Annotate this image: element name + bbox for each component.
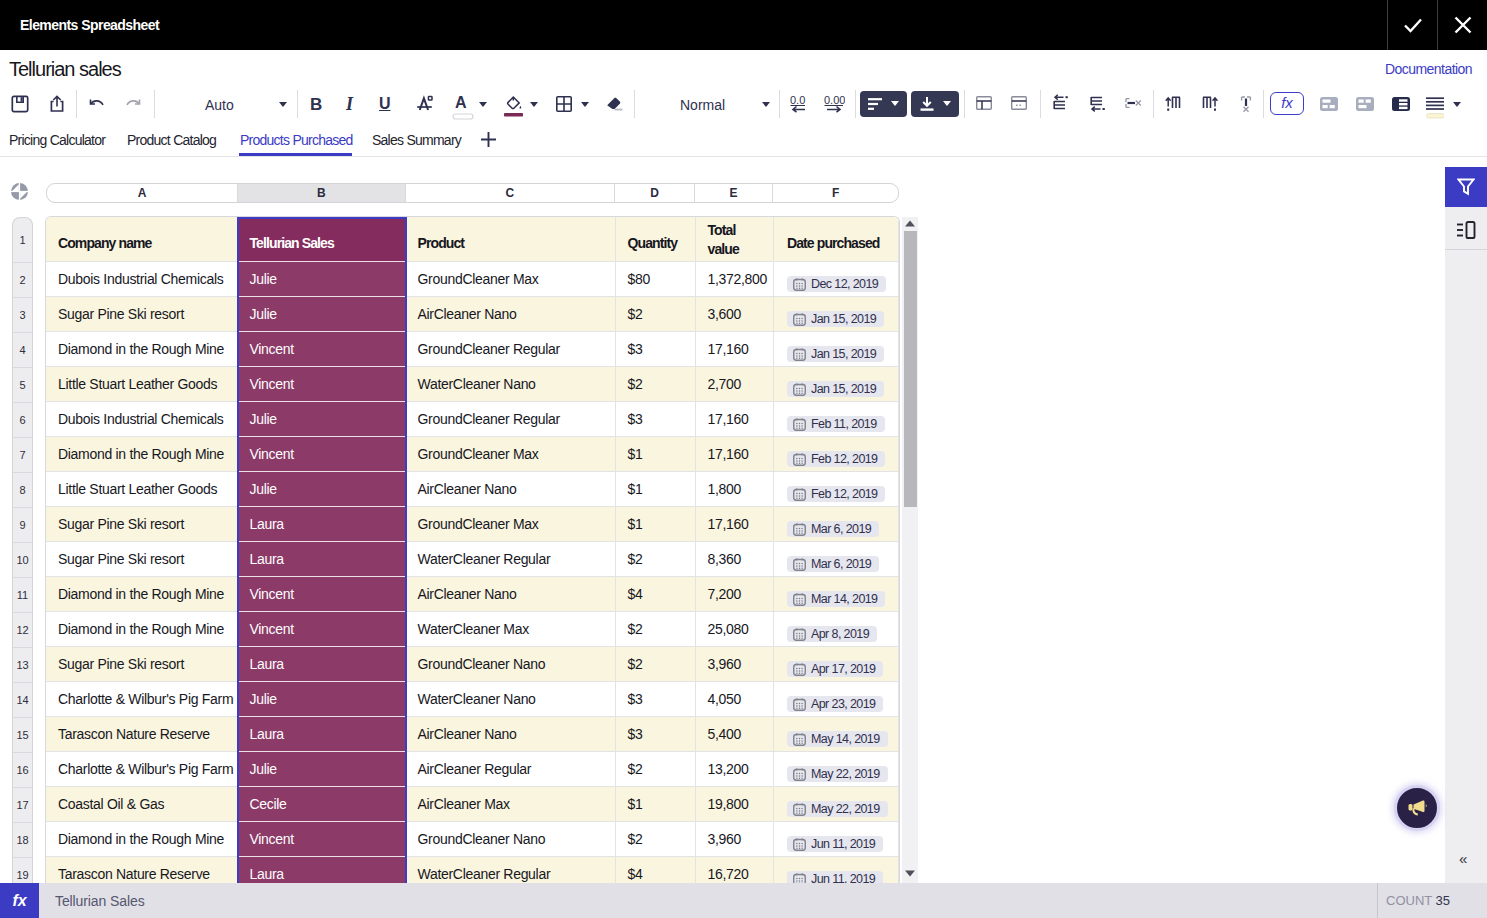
svg-text:0.0: 0.0 <box>790 94 805 106</box>
svg-text:0.00: 0.00 <box>824 94 845 106</box>
